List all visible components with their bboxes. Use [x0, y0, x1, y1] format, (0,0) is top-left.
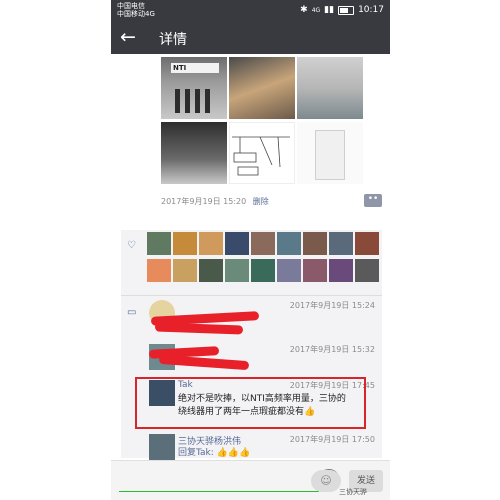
- comment-text: 回复Tak: 👍👍👍: [178, 448, 251, 458]
- wiring-diagram: [232, 136, 290, 176]
- like-avatar[interactable]: [329, 232, 353, 255]
- like-avatar[interactable]: [251, 259, 275, 282]
- like-avatar[interactable]: [303, 232, 327, 255]
- like-avatar[interactable]: [199, 232, 223, 255]
- redaction-scribble: [154, 322, 244, 335]
- cabinet-image: [315, 130, 345, 180]
- avatar[interactable]: [149, 434, 175, 460]
- more-dots-icon[interactable]: ••: [364, 194, 382, 207]
- red-highlight-box: [135, 377, 366, 429]
- like-avatar[interactable]: [173, 259, 197, 282]
- like-avatar[interactable]: [225, 259, 249, 282]
- person-figure: [175, 89, 180, 113]
- heart-icon: ♡: [127, 240, 136, 251]
- person-figure: [195, 89, 200, 113]
- post-photo-1[interactable]: NTI: [161, 57, 227, 119]
- like-avatar[interactable]: [329, 259, 353, 282]
- post-photo-3[interactable]: [297, 57, 363, 119]
- post-photo-6[interactable]: [297, 122, 363, 184]
- signal-icon: ▮▮: [324, 5, 335, 15]
- comment-author[interactable]: 三协天骅杨洪伟: [178, 434, 241, 447]
- clock-time: 10:17: [358, 5, 384, 15]
- like-avatar[interactable]: [225, 232, 249, 255]
- divider: [121, 295, 382, 296]
- comment-time: 2017年9月19日 15:32: [289, 345, 375, 354]
- comment-input[interactable]: [119, 491, 319, 492]
- like-avatar[interactable]: [277, 232, 301, 255]
- carrier-1: 中国电信: [117, 2, 145, 10]
- delete-link[interactable]: 删除: [253, 197, 269, 206]
- comment-time: 2017年9月19日 15:24: [289, 301, 375, 310]
- post-time: 2017年9月19日 15:20: [161, 197, 247, 206]
- like-avatar[interactable]: [277, 259, 301, 282]
- person-figure: [185, 89, 190, 113]
- like-avatar[interactable]: [303, 259, 327, 282]
- post-meta: 2017年9月19日 15:20 删除: [161, 196, 269, 207]
- like-avatar[interactable]: [147, 232, 171, 255]
- like-avatar[interactable]: [147, 259, 171, 282]
- page-title: 详情: [159, 32, 187, 48]
- person-figure: [205, 89, 210, 113]
- like-avatar[interactable]: [173, 232, 197, 255]
- photo-sign-text: NTI: [171, 63, 219, 73]
- carrier-2: 中国移动4G: [117, 10, 155, 18]
- carrier-info: 中国电信 中国移动4G: [117, 2, 155, 18]
- nav-header: ← 详情: [111, 22, 390, 54]
- comment-time: 2017年9月19日 17:50: [289, 435, 375, 444]
- signal-label: 4G: [311, 6, 321, 14]
- like-avatar[interactable]: [199, 259, 223, 282]
- bluetooth-icon: ✱: [300, 5, 308, 15]
- status-bar: 中国电信 中国移动4G ✱ 4G ▮▮ 10:17: [111, 0, 390, 22]
- post-photo-4[interactable]: [161, 122, 227, 184]
- watermark-icon: ☺: [311, 470, 341, 492]
- like-avatar[interactable]: [355, 259, 379, 282]
- post-photo-5[interactable]: [229, 122, 295, 184]
- status-icons: ✱ 4G ▮▮ 10:17: [300, 5, 384, 15]
- post-photo-2[interactable]: [229, 57, 295, 119]
- comment-icon: ▭: [127, 307, 137, 318]
- like-avatar[interactable]: [251, 232, 275, 255]
- back-arrow-icon[interactable]: ←: [120, 26, 136, 48]
- like-avatar[interactable]: [355, 232, 379, 255]
- battery-icon: [338, 5, 355, 15]
- watermark-text: 三协天骅: [339, 488, 367, 496]
